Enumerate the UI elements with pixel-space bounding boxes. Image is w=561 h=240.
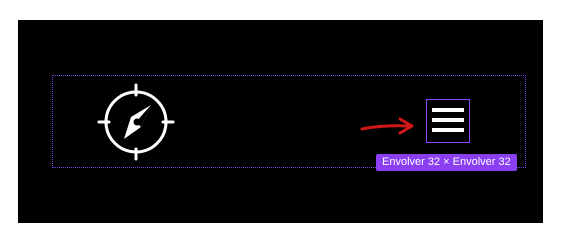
menu-icon-selected[interactable] [426, 99, 470, 143]
arrow-right-icon [360, 116, 418, 138]
dimension-badge: Envolver 32 × Envolver 32 [376, 154, 517, 171]
compass-icon[interactable] [97, 83, 175, 161]
design-canvas: Envolver 32 × Envolver 32 [18, 20, 543, 223]
